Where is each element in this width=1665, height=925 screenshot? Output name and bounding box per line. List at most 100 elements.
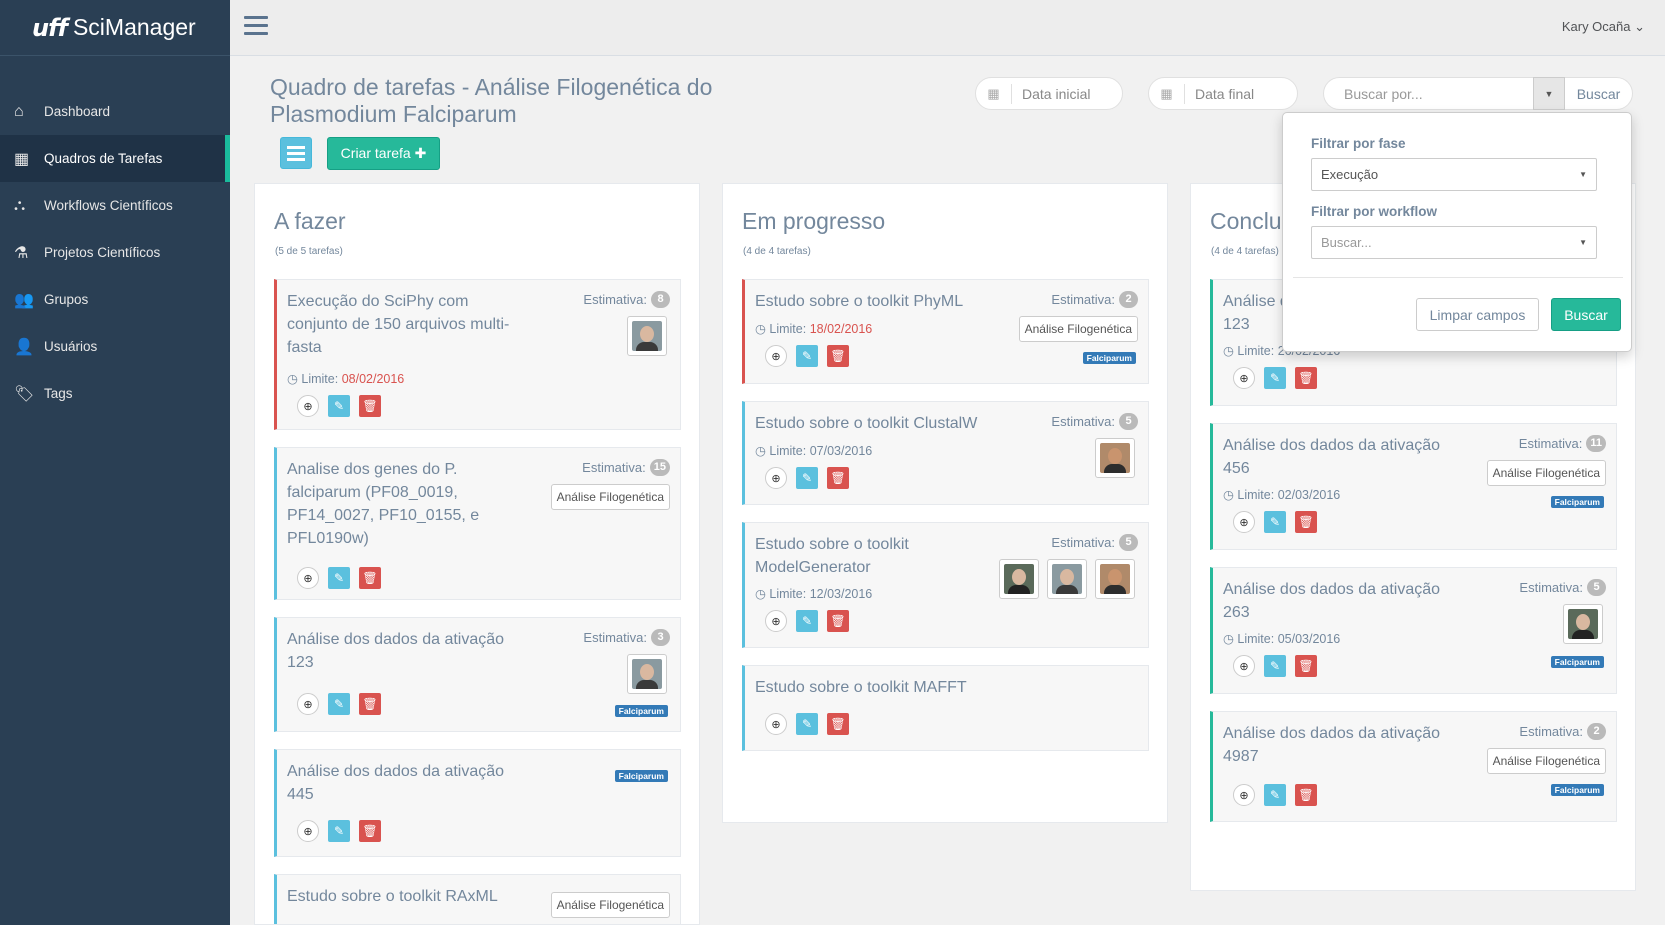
task-actions: ⊕ ✎ 🗑	[297, 820, 381, 842]
view-icon[interactable]: ⊕	[765, 467, 787, 489]
delete-icon[interactable]: 🗑	[827, 467, 849, 489]
edit-icon[interactable]: ✎	[796, 345, 818, 367]
avatar[interactable]	[1047, 559, 1087, 599]
delete-icon[interactable]: 🗑	[1295, 367, 1317, 389]
workflow-tag[interactable]: Análise Filogenética	[550, 484, 670, 510]
limit-date: 05/03/2016	[1277, 632, 1341, 646]
view-icon[interactable]: ⊕	[1233, 511, 1255, 533]
task-card[interactable]: Estudo sobre o toolkit ClustalW ◷ Limite…	[742, 401, 1149, 505]
avatar[interactable]	[627, 654, 667, 694]
task-card[interactable]: Análise dos dados da ativação 445 Falcip…	[274, 749, 681, 857]
avatar-photo	[1568, 609, 1598, 639]
search-input[interactable]: Buscar por...	[1323, 77, 1533, 110]
column-count: (4 de 4 tarefas)	[743, 246, 811, 257]
task-card[interactable]: Execução do SciPhy com conjunto de 150 a…	[274, 279, 681, 430]
task-card[interactable]: Estudo sobre o toolkit MAFFT ⊕ ✎ 🗑	[742, 665, 1149, 751]
delete-icon[interactable]: 🗑	[827, 713, 849, 735]
label-tag[interactable]: Falciparum	[1550, 656, 1604, 668]
delete-icon[interactable]: 🗑	[827, 345, 849, 367]
phase-select[interactable]: Execução ▼	[1311, 158, 1597, 191]
edit-icon[interactable]: ✎	[328, 395, 350, 417]
workflow-select[interactable]: Buscar... ▼	[1311, 226, 1597, 259]
task-card[interactable]: Análise dos dados da ativação 263 ◷ Limi…	[1210, 567, 1617, 694]
view-icon[interactable]: ⊕	[765, 345, 787, 367]
sidebar-item-projetos[interactable]: ⚗ Projetos Científicos	[0, 229, 230, 276]
avatar[interactable]	[1095, 559, 1135, 599]
edit-icon[interactable]: ✎	[1264, 655, 1286, 677]
label-tag[interactable]: Falciparum	[1550, 496, 1604, 508]
brand[interactable]: uff SciManager	[0, 0, 230, 56]
sidebar-item-dashboard[interactable]: ⌂ Dashboard	[0, 88, 230, 135]
delete-icon[interactable]: 🗑	[359, 395, 381, 417]
view-icon[interactable]: ⊕	[765, 713, 787, 735]
delete-icon[interactable]: 🗑	[1295, 784, 1317, 806]
user-menu[interactable]: Kary Ocaña ⌄	[1562, 19, 1645, 35]
avatar[interactable]	[1563, 604, 1603, 644]
label-tag[interactable]: Falciparum	[1550, 784, 1604, 796]
task-card[interactable]: Análise dos dados da ativação 4987 Estim…	[1210, 711, 1617, 822]
filter-search-button[interactable]: Buscar	[1551, 298, 1621, 331]
task-card[interactable]: Analise dos genes do P. falciparum (PF08…	[274, 447, 681, 600]
search-button[interactable]: Buscar	[1565, 77, 1633, 110]
label-tag[interactable]: Falciparum	[614, 770, 668, 782]
avatar[interactable]	[999, 559, 1039, 599]
delete-icon[interactable]: 🗑	[1295, 511, 1317, 533]
date-end-field[interactable]: ▦ Data final	[1148, 77, 1298, 110]
task-card[interactable]: Estudo sobre o toolkit RAxML Análise Fil…	[274, 874, 681, 924]
delete-icon[interactable]: 🗑	[827, 610, 849, 632]
avatar[interactable]	[627, 316, 667, 356]
view-icon[interactable]: ⊕	[297, 820, 319, 842]
view-icon[interactable]: ⊕	[1233, 655, 1255, 677]
limit-date: 07/03/2016	[809, 444, 873, 458]
view-icon[interactable]: ⊕	[297, 395, 319, 417]
sidebar-item-quadros[interactable]: ▦ Quadros de Tarefas	[0, 135, 230, 182]
sidebar-item-workflows[interactable]: ⛬ Workflows Científicos	[0, 182, 230, 229]
delete-icon[interactable]: 🗑	[1295, 655, 1317, 677]
label-tag[interactable]: Falciparum	[1082, 352, 1136, 364]
workflow-tag[interactable]: Análise Filogenética	[550, 892, 670, 918]
edit-icon[interactable]: ✎	[796, 713, 818, 735]
top-navbar: Kary Ocaña ⌄	[230, 0, 1665, 56]
view-icon[interactable]: ⊕	[1233, 367, 1255, 389]
column-title: Em progresso	[742, 208, 886, 234]
clear-fields-button[interactable]: Limpar campos	[1416, 298, 1539, 331]
delete-icon[interactable]: 🗑	[359, 693, 381, 715]
date-start-field[interactable]: ▦ Data inicial	[975, 77, 1123, 110]
edit-icon[interactable]: ✎	[1264, 511, 1286, 533]
estimate: Estimativa: 5	[1519, 579, 1606, 596]
avatar-photo	[632, 321, 662, 351]
delete-icon[interactable]: 🗑	[359, 820, 381, 842]
delete-icon[interactable]: 🗑	[359, 567, 381, 589]
sidebar-item-tags[interactable]: 🏷 Tags	[0, 370, 230, 417]
edit-icon[interactable]: ✎	[796, 467, 818, 489]
edit-icon[interactable]: ✎	[328, 693, 350, 715]
edit-icon[interactable]: ✎	[328, 567, 350, 589]
caret-down-icon[interactable]: ▼	[1533, 77, 1565, 110]
edit-icon[interactable]: ✎	[796, 610, 818, 632]
workflow-tag[interactable]: Análise Filogenética	[1018, 316, 1138, 342]
avatar[interactable]	[1095, 438, 1135, 478]
task-limit: ◷ Limite: 08/02/2016	[287, 372, 405, 386]
list-view-button[interactable]	[280, 137, 312, 169]
edit-icon[interactable]: ✎	[1264, 367, 1286, 389]
task-card[interactable]: Análise dos dados da ativação 456 ◷ Limi…	[1210, 423, 1617, 550]
edit-icon[interactable]: ✎	[1264, 784, 1286, 806]
create-task-button[interactable]: Criar tarefa ✚	[327, 137, 440, 170]
workflow-tag[interactable]: Análise Filogenética	[1486, 460, 1606, 486]
task-card[interactable]: Estudo sobre o toolkit PhyML ◷ Limite: 1…	[742, 279, 1149, 384]
view-icon[interactable]: ⊕	[765, 610, 787, 632]
label-tag[interactable]: Falciparum	[614, 705, 668, 717]
sidebar-item-usuarios[interactable]: 👤 Usuários	[0, 323, 230, 370]
sidebar-item-grupos[interactable]: 👥 Grupos	[0, 276, 230, 323]
view-icon[interactable]: ⊕	[1233, 784, 1255, 806]
edit-icon[interactable]: ✎	[328, 820, 350, 842]
estimate-badge: 5	[1119, 413, 1138, 430]
menu-toggle-icon[interactable]	[244, 16, 268, 40]
task-card[interactable]: Análise dos dados da ativação 123 Estima…	[274, 617, 681, 732]
task-card[interactable]: Estudo sobre o toolkit ModelGenerator ◷ …	[742, 522, 1149, 648]
workflow-tag[interactable]: Análise Filogenética	[1486, 748, 1606, 774]
task-limit: ◷ Limite: 18/02/2016	[755, 322, 873, 336]
view-icon[interactable]: ⊕	[297, 567, 319, 589]
view-icon[interactable]: ⊕	[297, 693, 319, 715]
estimate: Estimativa: 5	[1051, 534, 1138, 551]
